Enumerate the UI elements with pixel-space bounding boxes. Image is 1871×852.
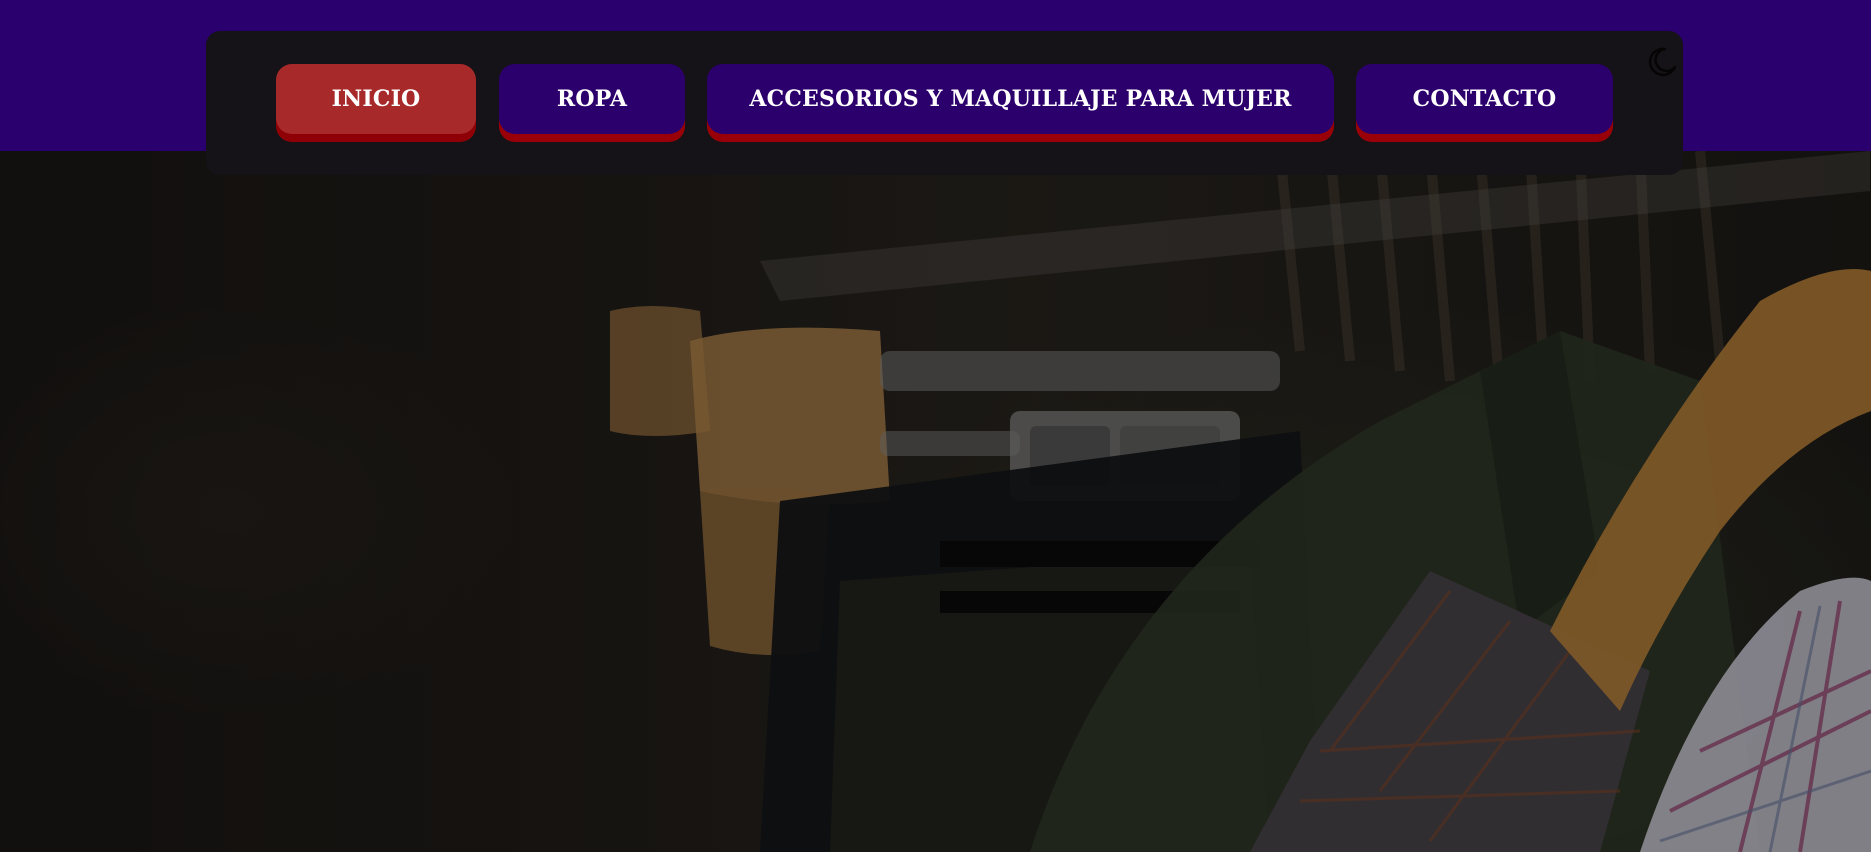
main-navbar: INICIO ROPA ACCESORIOS Y MAQUILLAJE PARA… bbox=[206, 31, 1683, 175]
hero-overlay bbox=[0, 151, 1871, 852]
page: INICIO ROPA ACCESORIOS Y MAQUILLAJE PARA… bbox=[0, 0, 1871, 852]
nav-button-inicio[interactable]: INICIO bbox=[276, 64, 476, 134]
hero-image bbox=[0, 151, 1871, 852]
theme-toggle-button[interactable] bbox=[1642, 41, 1682, 81]
moon-icon bbox=[1648, 47, 1677, 77]
nav-button-accesorios[interactable]: ACCESORIOS Y MAQUILLAJE PARA MUJER bbox=[707, 64, 1334, 134]
nav-button-contacto[interactable]: CONTACTO bbox=[1356, 64, 1613, 134]
nav-button-ropa[interactable]: ROPA bbox=[499, 64, 685, 134]
